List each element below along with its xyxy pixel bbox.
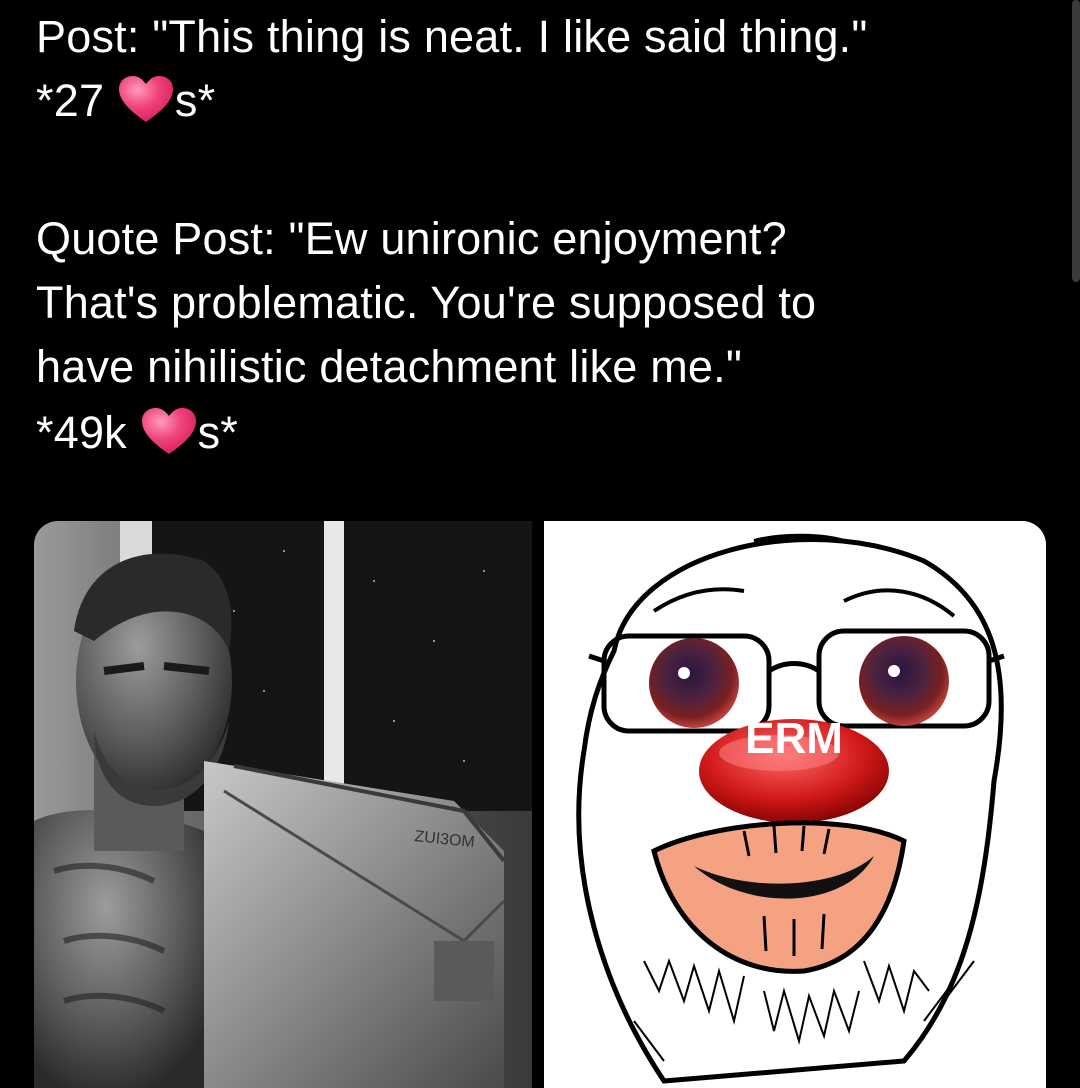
nose-label: ERM [745,714,843,763]
quote-text-line-1: Quote Post: "Ew unironic enjoyment? [36,213,787,264]
soyjak-image[interactable]: ERM [544,521,1046,1088]
post-likes-count: *27 [36,75,105,126]
post-likes: *27 s* [36,70,215,132]
heart-icon [140,407,198,457]
quote-text-line-2: That's problematic. You're supposed to [36,277,817,328]
quote-likes-suffix: s* [197,407,238,458]
heart-icon [117,75,175,125]
gigachad-image[interactable]: ZUI3OM [34,521,532,1088]
post-text: Post: "This thing is neat. I like said t… [36,11,868,62]
quote-likes-count: *49k [36,407,127,458]
quote-likes: *49k s* [36,402,238,464]
post-likes-suffix: s* [174,75,216,126]
quote-text-line-3: have nihilistic detachment like me." [36,341,742,392]
scrollbar[interactable] [1072,0,1080,282]
